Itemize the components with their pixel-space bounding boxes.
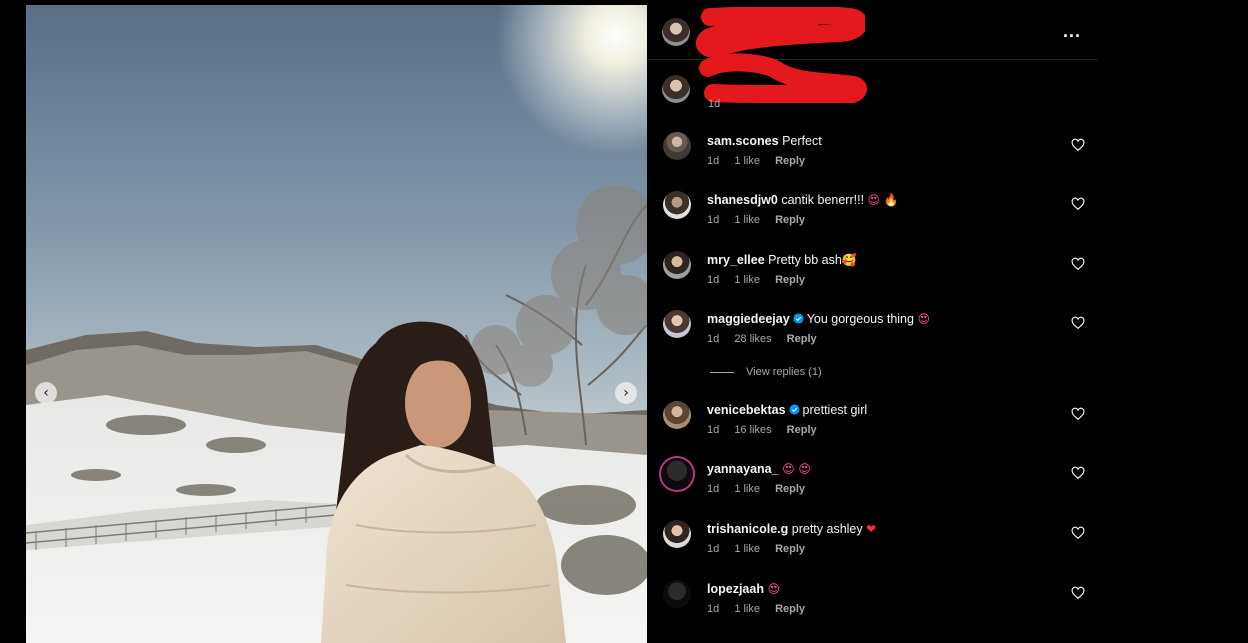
post-header: ... [648,5,1097,60]
comment-time: 1d [707,333,720,345]
comment-time: 1d [707,214,720,226]
comment-item: sam.scones Perfect 1d 1 like Reply [648,132,1097,182]
reply-button[interactable]: Reply [775,214,805,226]
comment-time: 1d [707,424,720,436]
comment-item: venicebektas prettiest girl 1d 16 likes R… [648,401,1097,451]
comment-username[interactable]: shanesdjw0 [707,193,778,207]
comment-time: 1d [707,483,720,495]
caption-author-avatar[interactable] [662,75,690,103]
comment-text: Pretty bb ash [768,253,842,267]
post-image [26,5,647,643]
comment-username[interactable]: mry_ellee [707,253,765,267]
reply-button[interactable]: Reply [775,543,805,555]
commenter-avatar[interactable] [661,458,693,490]
chevron-right-icon: › [623,385,629,401]
verified-badge-icon [788,404,800,415]
comment-time: 1d [707,274,720,286]
comments-panel: ... 1d sam.scones Perfect 1d 1 like Repl… [648,5,1097,643]
redaction-mark [695,7,865,57]
comment-username[interactable]: yannayana_ [707,462,779,476]
comment-username[interactable]: venicebektas [707,403,786,417]
comment-likes[interactable]: 1 like [734,483,760,495]
like-heart-icon[interactable] [1071,138,1085,152]
reply-button[interactable]: Reply [775,483,805,495]
comment-item: trishanicole.g pretty ashley ❤ 1d 1 like… [648,520,1097,570]
reply-button[interactable]: Reply [787,424,817,436]
reply-button[interactable]: Reply [775,274,805,286]
comment-likes[interactable]: 16 likes [734,424,771,436]
commenter-avatar[interactable] [663,132,691,160]
redaction-mark [699,53,867,103]
like-heart-icon[interactable] [1071,316,1085,330]
comment-time: 1d [707,155,720,167]
comment-likes[interactable]: 1 like [734,274,760,286]
emoji: 😍 😍 [782,462,811,476]
comment-username[interactable]: sam.scones [707,134,779,148]
author-avatar[interactable] [662,18,690,46]
emoji: ❤ [866,522,877,536]
caption-timestamp: 1d [708,98,721,110]
comment-username[interactable]: trishanicole.g [707,522,788,536]
comment-likes[interactable]: 1 like [734,543,760,555]
next-photo-button[interactable]: › [615,382,637,404]
comment-text: prettiest girl [802,403,868,417]
commenter-avatar[interactable] [663,580,691,608]
comment-username[interactable]: lopezjaah [707,582,764,596]
emoji: 😍 [917,312,930,326]
comment-item: lopezjaah 😍 1d 1 like Reply [648,580,1097,630]
comment-item: yannayana_ 😍 😍 1d 1 like Reply [648,458,1097,510]
commenter-avatar[interactable] [663,520,691,548]
commenter-avatar[interactable] [663,191,691,219]
comment-text: pretty ashley [791,522,863,536]
like-heart-icon[interactable] [1071,526,1085,540]
commenter-avatar[interactable] [663,251,691,279]
comment-time: 1d [707,603,720,615]
view-replies-button[interactable]: View replies (1) [710,366,822,378]
emoji: 😍 🔥 [867,193,899,207]
comment-likes[interactable]: 28 likes [734,333,771,345]
commenter-avatar[interactable] [663,310,691,338]
comment-item: shanesdjw0 cantik benerr!!! 😍 🔥 1d 1 lik… [648,191,1097,241]
like-heart-icon[interactable] [1071,197,1085,211]
comment-likes[interactable]: 1 like [734,155,760,167]
comment-text: cantik benerr!!! [781,193,865,207]
like-heart-icon[interactable] [1071,257,1085,271]
chevron-left-icon: ‹ [43,385,49,401]
comment-item: mry_ellee Pretty bb ash🥰 1d 1 like Reply [648,251,1097,301]
like-heart-icon[interactable] [1071,586,1085,600]
comment-text: Perfect [782,134,822,148]
comment-text: You gorgeous thing [806,312,914,326]
more-options-icon[interactable]: ... [1063,21,1081,42]
comment-likes[interactable]: 1 like [734,603,760,615]
like-heart-icon[interactable] [1071,407,1085,421]
emoji: 😍 [767,582,780,596]
reply-button[interactable]: Reply [787,333,817,345]
comment-time: 1d [707,543,720,555]
comment-item: maggiedeejay You gorgeous thing 😍 1d 28 l… [648,310,1097,360]
like-heart-icon[interactable] [1071,466,1085,480]
view-replies-label: View replies (1) [746,366,822,378]
emoji: 🥰 [841,253,857,267]
previous-photo-button[interactable]: ‹ [35,382,57,404]
post-photo[interactable]: ‹ › [26,5,647,643]
divider [710,371,734,373]
verified-badge-icon [793,313,804,324]
reply-button[interactable]: Reply [775,603,805,615]
commenter-avatar[interactable] [663,401,691,429]
comment-likes[interactable]: 1 like [734,214,760,226]
comment-username[interactable]: maggiedeejay [707,312,790,326]
reply-button[interactable]: Reply [775,155,805,167]
